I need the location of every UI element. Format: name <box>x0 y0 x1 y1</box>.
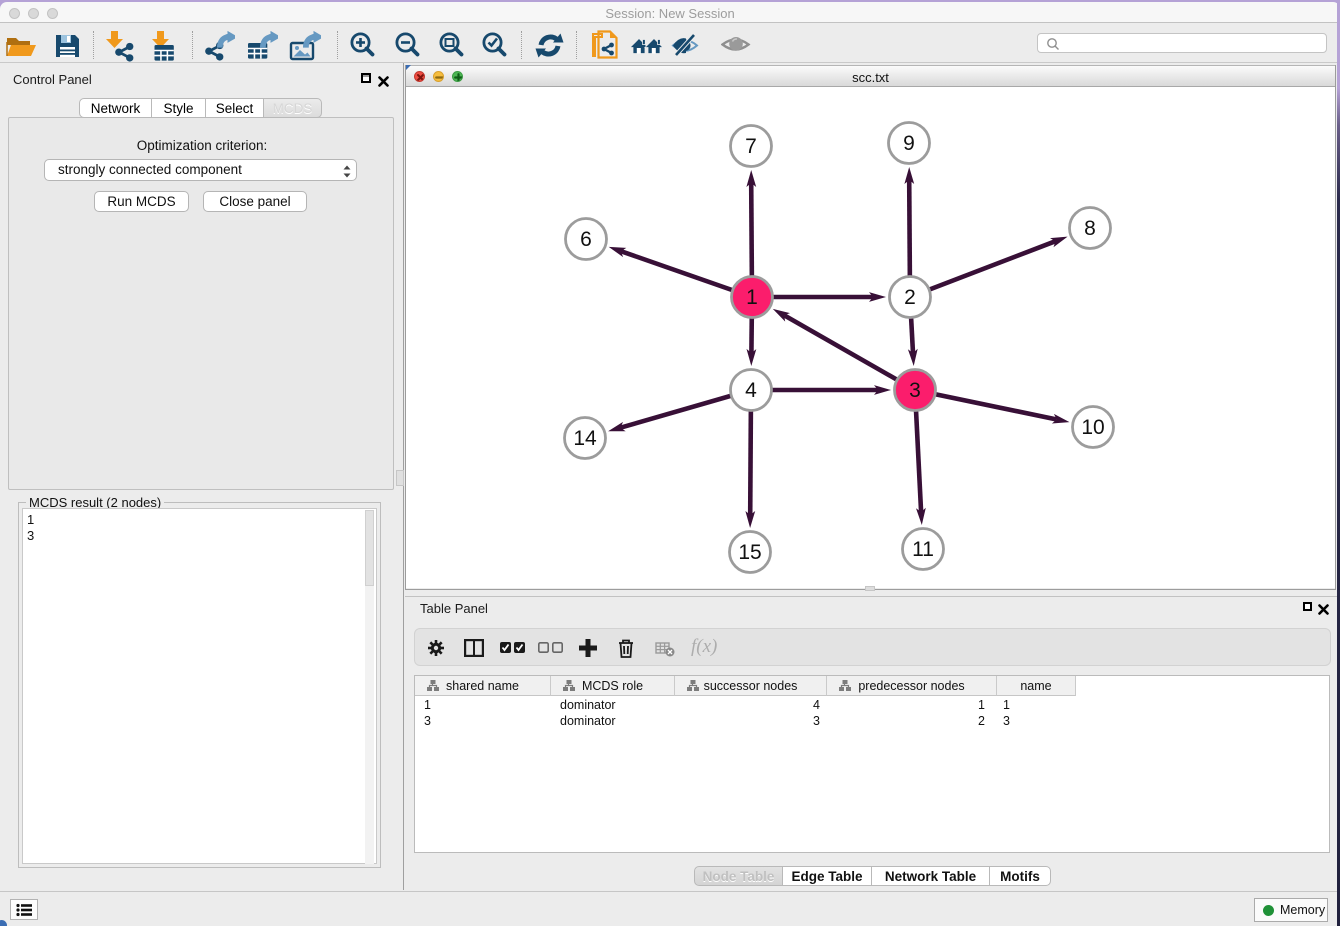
svg-text:1: 1 <box>746 286 758 309</box>
svg-text:7: 7 <box>745 135 757 158</box>
svg-text:10: 10 <box>1081 416 1104 439</box>
svg-text:15: 15 <box>738 541 761 564</box>
svg-text:9: 9 <box>903 132 915 155</box>
svg-text:8: 8 <box>1084 217 1096 240</box>
svg-text:14: 14 <box>573 427 597 450</box>
svg-text:3: 3 <box>909 379 921 402</box>
svg-text:6: 6 <box>580 228 592 251</box>
svg-text:11: 11 <box>912 538 934 561</box>
svg-text:2: 2 <box>904 286 916 309</box>
svg-text:4: 4 <box>745 379 757 402</box>
